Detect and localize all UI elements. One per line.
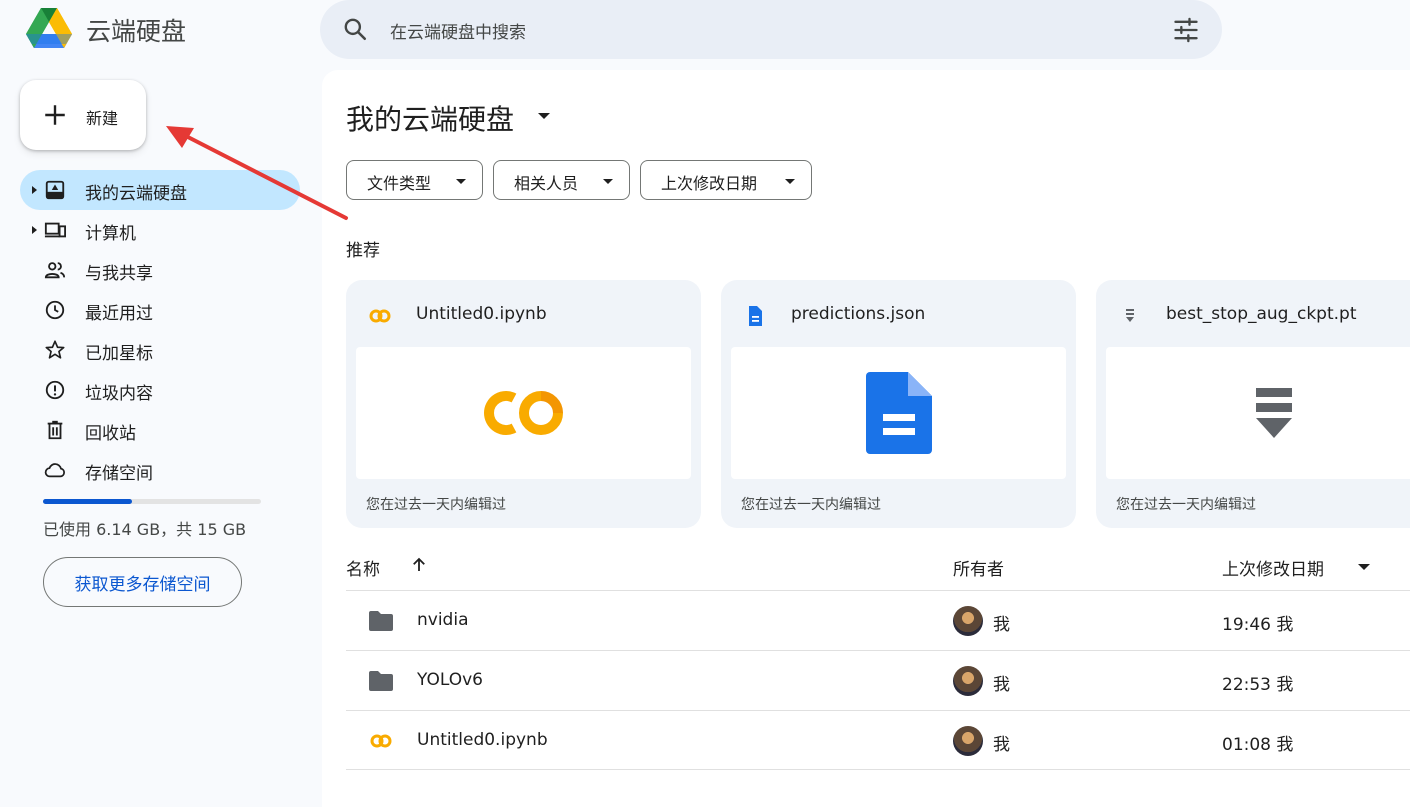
filter-chip-label: 文件类型	[367, 174, 432, 193]
sidebar-item-trash[interactable]: 回收站	[20, 410, 300, 450]
spam-icon	[45, 380, 65, 400]
new-button[interactable]: 新建	[20, 80, 146, 150]
title-dropdown-icon[interactable]	[538, 113, 550, 119]
drive-logo-icon[interactable]	[26, 8, 72, 50]
storage-usage-fill	[43, 499, 133, 504]
folder-icon	[369, 671, 393, 691]
plus-icon	[45, 105, 65, 125]
sidebar-item-computers[interactable]: 计算机	[20, 210, 300, 250]
modified-time: 22:53 我	[1222, 675, 1294, 695]
chevron-down-icon	[603, 179, 613, 184]
card-file-name: best_stop_aug_ckpt.pt	[1166, 304, 1357, 324]
get-more-storage-button[interactable]: 获取更多存储空间	[43, 557, 242, 607]
avatar	[953, 726, 983, 756]
file-name: Untitled0.ipynb	[417, 730, 548, 750]
suggested-card[interactable]: predictions.json 您在过去一天内编辑过	[721, 280, 1076, 528]
page-title[interactable]: 我的云端硬盘	[346, 98, 514, 138]
filter-chip-modified[interactable]: 上次修改日期	[640, 160, 812, 200]
chevron-down-icon	[456, 179, 466, 184]
card-subtitle: 您在过去一天内编辑过	[366, 497, 506, 513]
doc-large-icon	[865, 372, 932, 454]
search-input[interactable]: 在云端硬盘中搜索	[390, 18, 526, 43]
search-icon[interactable]	[342, 16, 368, 42]
card-preview	[356, 347, 691, 479]
filter-chip-label: 上次修改日期	[661, 174, 758, 193]
doc-icon	[749, 306, 762, 326]
cloud-icon	[44, 463, 65, 478]
file-list: nvidia 我 19:46 我 YOLOv6 我 22:53 我 Untitl…	[346, 590, 1410, 770]
my-drive-icon	[45, 180, 65, 200]
expand-caret-icon[interactable]	[32, 226, 37, 234]
sidebar-item-storage[interactable]: 存储空间	[20, 450, 300, 490]
card-file-name: predictions.json	[791, 304, 926, 324]
table-row[interactable]: Untitled0.ipynb 我 01:08 我	[346, 710, 1410, 770]
sidebar-item-label: 回收站	[85, 424, 136, 444]
clock-icon	[45, 300, 65, 320]
star-icon	[45, 340, 65, 359]
owner-name: 我	[993, 675, 1010, 695]
card-file-name: Untitled0.ipynb	[416, 304, 547, 324]
suggested-heading: 推荐	[346, 241, 380, 261]
filter-chip-people[interactable]: 相关人员	[493, 160, 630, 200]
computers-icon	[44, 222, 66, 238]
owner-name: 我	[993, 615, 1010, 635]
table-row[interactable]: YOLOv6 我 22:53 我	[346, 650, 1410, 710]
sidebar-item-starred[interactable]: 已加星标	[20, 330, 300, 370]
binary-file-large-icon	[1255, 388, 1292, 438]
storage-usage-text: 已使用 6.14 GB，共 15 GB	[43, 520, 247, 539]
sidebar-item-spam[interactable]: 垃圾内容	[20, 370, 300, 410]
file-name: nvidia	[417, 610, 469, 630]
filter-chip-label: 相关人员	[514, 174, 579, 193]
card-subtitle: 您在过去一天内编辑过	[1116, 497, 1256, 513]
sidebar-item-recent[interactable]: 最近用过	[20, 290, 300, 330]
file-list-header: 名称 所有者 上次修改日期	[346, 550, 1410, 590]
owner-name: 我	[993, 735, 1010, 755]
sidebar-item-label: 与我共享	[85, 264, 153, 284]
card-preview	[1106, 347, 1410, 479]
sidebar-item-label: 最近用过	[85, 304, 153, 324]
file-name: YOLOv6	[417, 670, 483, 690]
modified-time: 19:46 我	[1222, 615, 1294, 635]
suggested-card[interactable]: Untitled0.ipynb 您在过去一天内编辑过	[346, 280, 701, 528]
table-row[interactable]: nvidia 我 19:46 我	[346, 590, 1410, 650]
column-header-owner[interactable]: 所有者	[953, 555, 1004, 580]
suggested-card[interactable]: best_stop_aug_ckpt.pt 您在过去一天内编辑过	[1096, 280, 1410, 528]
card-subtitle: 您在过去一天内编辑过	[741, 497, 881, 513]
trash-icon	[47, 420, 63, 440]
sidebar-nav: 我的云端硬盘 计算机 与我共享 最近用过 已加星标 垃圾内容 回收站 存储空间	[20, 170, 300, 490]
column-header-name[interactable]: 名称	[346, 555, 380, 580]
search-bar[interactable]: 在云端硬盘中搜索	[320, 0, 1222, 59]
sort-dropdown-icon[interactable]	[1358, 564, 1370, 570]
main-panel: 我的云端硬盘 文件类型 相关人员 上次修改日期 推荐 Untitled0.ipy…	[322, 70, 1410, 807]
sort-ascending-icon[interactable]	[410, 556, 428, 574]
storage-usage-bar	[43, 499, 261, 504]
column-header-modified[interactable]: 上次修改日期	[1222, 555, 1324, 580]
shared-icon	[44, 262, 66, 279]
search-options-icon[interactable]	[1172, 16, 1200, 44]
colab-logo-icon	[483, 391, 563, 435]
avatar	[953, 606, 983, 636]
binary-file-icon	[1126, 309, 1134, 322]
filter-chip-type[interactable]: 文件类型	[346, 160, 483, 200]
sidebar-item-label: 存储空间	[85, 464, 153, 484]
card-preview	[731, 347, 1066, 479]
folder-icon	[369, 611, 393, 631]
sidebar-item-shared[interactable]: 与我共享	[20, 250, 300, 290]
sidebar-item-label: 计算机	[85, 224, 136, 244]
chevron-down-icon	[785, 179, 795, 184]
sidebar-item-label: 已加星标	[85, 344, 153, 364]
colab-icon	[369, 309, 391, 323]
new-button-label: 新建	[86, 109, 119, 128]
modified-time: 01:08 我	[1222, 735, 1294, 755]
sidebar-item-label: 我的云端硬盘	[85, 184, 187, 204]
sidebar-item-label: 垃圾内容	[85, 384, 153, 404]
expand-caret-icon[interactable]	[32, 186, 37, 194]
colab-icon	[370, 734, 392, 748]
avatar	[953, 666, 983, 696]
sidebar-item-my-drive[interactable]: 我的云端硬盘	[20, 170, 300, 210]
app-title: 云端硬盘	[86, 17, 187, 46]
